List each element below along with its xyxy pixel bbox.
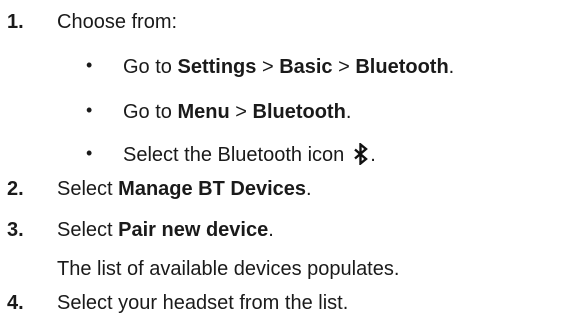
instructions-document: { "steps": [ { "number": "1.", "text": "… — [0, 0, 567, 322]
step-number: 1. — [7, 11, 24, 33]
step-2: 2. Select Manage BT Devices. — [0, 177, 567, 203]
option-settings-path: • Go to Settings > Basic > Bluetooth. — [0, 55, 567, 81]
manage-bt-devices-label: Manage BT Devices — [118, 178, 307, 200]
option-menu-path: • Go to Menu > Bluetooth. — [0, 100, 567, 126]
bullet: • — [86, 143, 93, 163]
step-text: Select Pair new device. — [57, 219, 274, 241]
step-number: 2. — [7, 178, 24, 200]
step-text: Select Manage BT Devices. — [57, 178, 312, 200]
step-3-note: The list of available devices populates. — [0, 257, 567, 283]
step-number: 3. — [7, 219, 24, 241]
basic-label: Basic — [279, 56, 333, 78]
step-1: 1. Choose from: — [0, 10, 567, 36]
step-text: Select your headset from the list. — [57, 292, 349, 314]
option-text: Go to Menu > Bluetooth. — [123, 101, 352, 123]
step-number: 4. — [7, 292, 24, 314]
note-text: The list of available devices populates. — [57, 258, 400, 280]
bluetooth-label: Bluetooth — [355, 56, 449, 78]
step-text: Choose from: — [57, 11, 178, 33]
pair-new-device-label: Pair new device — [118, 219, 269, 241]
option-bluetooth-icon: • Select the Bluetooth icon. — [0, 141, 567, 171]
option-text: Select the Bluetooth icon. — [123, 141, 376, 171]
step-3: 3. Select Pair new device. — [0, 218, 567, 244]
bullet: • — [86, 55, 93, 75]
step-4: 4. Select your headset from the list. — [0, 291, 567, 317]
bluetooth-icon — [352, 141, 370, 171]
menu-label: Menu — [177, 101, 230, 123]
option-text: Go to Settings > Basic > Bluetooth. — [123, 56, 455, 78]
settings-label: Settings — [177, 56, 257, 78]
bluetooth-label: Bluetooth — [252, 101, 346, 123]
bullet: • — [86, 100, 93, 120]
